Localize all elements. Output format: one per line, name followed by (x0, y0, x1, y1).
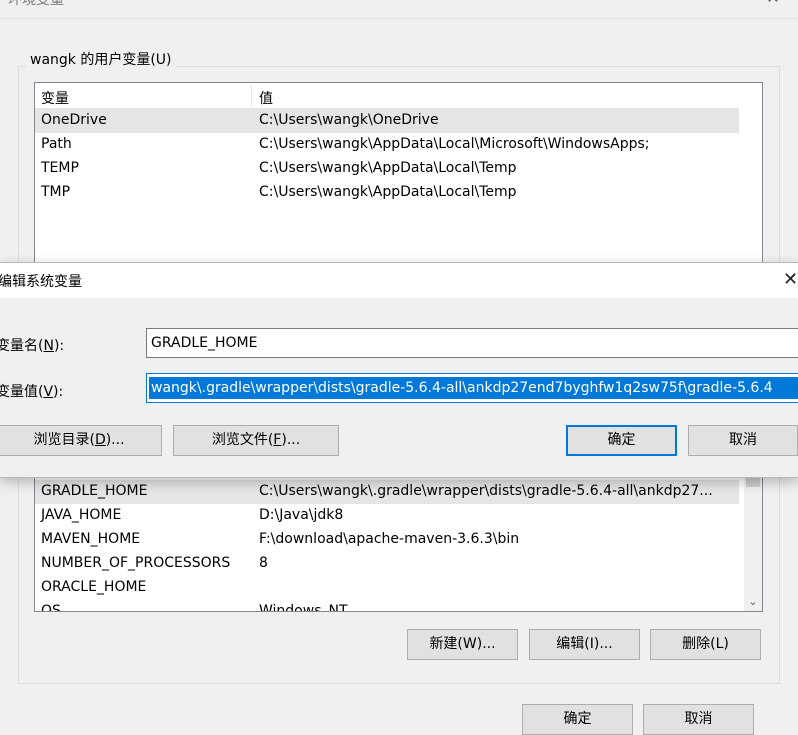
browse-file-button[interactable]: 浏览文件(F)... (173, 425, 339, 456)
label-text: ): (53, 384, 64, 400)
list-header: 变量 值 (35, 83, 739, 109)
label-text: 浏览目录( (33, 432, 95, 448)
variable-value: F:\download\apache-maven-3.6.3\bin (259, 531, 520, 547)
variable-value-field[interactable] (146, 373, 798, 403)
close-icon[interactable]: ✕ (783, 269, 798, 291)
table-row[interactable]: OneDrive C:\Users\wangk\OneDrive (35, 109, 739, 133)
column-header-value[interactable]: 值 (259, 88, 273, 108)
vertical-scrollbar[interactable]: ⌄ (744, 471, 762, 611)
user-variables-list[interactable]: 变量 值 OneDrive C:\Users\wangk\OneDrive Pa… (34, 82, 763, 269)
table-row[interactable]: GRADLE_HOME C:\Users\wangk\.gradle\wrapp… (35, 480, 739, 504)
user-variables-label: wangk 的用户变量(U) (26, 49, 176, 69)
variable-value: D:\Java\jdk8 (259, 507, 344, 523)
variable-value: C:\Users\wangk\AppData\Local\Temp (259, 160, 517, 176)
dialog-cancel-button[interactable]: 取消 (688, 425, 798, 456)
variable-name-label: 变量名(N): (0, 335, 64, 355)
table-row[interactable]: TEMP C:\Users\wangk\AppData\Local\Temp (35, 157, 739, 181)
variable-value: C:\Users\wangk\AppData\Local\Microsoft\W… (259, 136, 650, 152)
column-separator[interactable] (251, 85, 252, 107)
variable-name-field[interactable] (146, 328, 798, 358)
variable-name: TMP (41, 184, 71, 200)
dialog-ok-button[interactable]: 确定 (566, 425, 677, 456)
column-header-variable[interactable]: 变量 (41, 88, 69, 108)
access-key: D (94, 432, 106, 448)
browse-directory-button[interactable]: 浏览目录(D)... (0, 425, 162, 456)
table-row[interactable]: OS Windows_NT (35, 600, 739, 612)
table-row[interactable]: ORACLE_HOME (35, 576, 739, 600)
table-row[interactable]: TMP C:\Users\wangk\AppData\Local\Temp (35, 181, 739, 205)
variable-value: C:\Users\wangk\AppData\Local\Temp (259, 184, 517, 200)
label-text: )... (105, 432, 125, 448)
variable-name: ORACLE_HOME (41, 579, 147, 595)
label-text: 变量值( (0, 384, 44, 400)
variable-name: NUMBER_OF_PROCESSORS (41, 555, 231, 571)
variable-name: MAVEN_HOME (41, 531, 141, 547)
chevron-down-icon[interactable]: ⌄ (747, 595, 759, 609)
variable-name-input[interactable] (149, 332, 798, 354)
label-text: )... (281, 432, 301, 448)
variable-value: 8 (259, 555, 268, 571)
edit-button[interactable]: 编辑(I)... (529, 629, 640, 660)
label-text: 浏览文件( (211, 432, 274, 448)
label-text: 变量名( (0, 338, 44, 354)
titlebar-divider (0, 18, 798, 19)
window-title: 环境变量 (8, 0, 64, 8)
label-text: ): (53, 338, 65, 354)
new-button[interactable]: 新建(W)... (407, 629, 518, 660)
variable-name: Path (41, 136, 72, 152)
variable-value: C:\Users\wangk\.gradle\wrapper\dists\gra… (259, 483, 713, 499)
delete-button[interactable]: 删除(L) (650, 629, 761, 660)
table-row[interactable]: Path C:\Users\wangk\AppData\Local\Micros… (35, 133, 739, 157)
table-row[interactable]: MAVEN_HOME F:\download\apache-maven-3.6.… (35, 528, 739, 552)
dialog-title: 编辑系统变量 (0, 274, 82, 290)
system-variables-list[interactable]: GRADLE_HOME C:\Users\wangk\.gradle\wrapp… (34, 470, 763, 612)
access-key: V (43, 384, 54, 400)
access-key: N (43, 338, 54, 354)
variable-name: OS (41, 603, 61, 612)
variable-name: OneDrive (41, 112, 107, 128)
variable-value: Windows_NT (259, 603, 348, 612)
variable-name: GRADLE_HOME (41, 483, 148, 499)
table-row[interactable]: JAVA_HOME D:\Java\jdk8 (35, 504, 739, 528)
variable-value-input[interactable] (149, 377, 798, 399)
outer-ok-button[interactable]: 确定 (522, 704, 633, 735)
variable-name: JAVA_HOME (41, 507, 122, 523)
variable-value: C:\Users\wangk\OneDrive (259, 112, 439, 128)
edit-system-variable-dialog: 编辑系统变量 ✕ 变量名(N): 变量值(V): 浏览目录(D)... 浏览文件… (0, 262, 798, 478)
close-icon[interactable]: ✕ (763, 0, 783, 8)
outer-cancel-button[interactable]: 取消 (643, 704, 754, 735)
variable-value-label: 变量值(V): (0, 381, 63, 401)
table-row[interactable]: NUMBER_OF_PROCESSORS 8 (35, 552, 739, 576)
dialog-titlebar[interactable]: 编辑系统变量 ✕ (0, 263, 798, 298)
variable-name: TEMP (41, 160, 79, 176)
